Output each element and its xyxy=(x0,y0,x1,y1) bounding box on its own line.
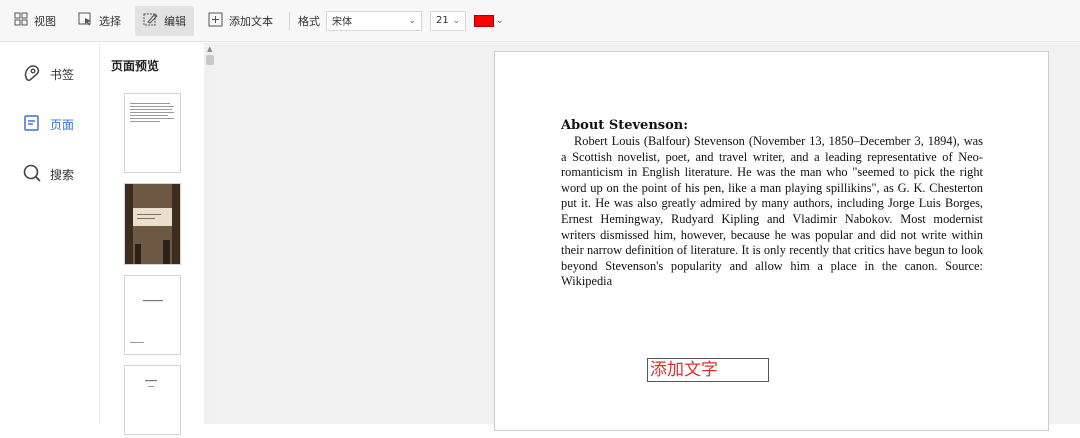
thumbnail-scrollbar[interactable]: ▲ xyxy=(204,43,216,424)
view-icon xyxy=(14,12,34,29)
edit-button[interactable]: 编辑 xyxy=(135,5,194,36)
select-icon xyxy=(78,12,99,29)
chevron-down-icon: ⌄ xyxy=(452,15,460,26)
add-text-label: 添加文本 xyxy=(229,14,273,28)
edit-icon xyxy=(143,12,164,29)
sidebar-item-bookmarks[interactable]: 书签 xyxy=(0,49,99,99)
font-size-value: 21 xyxy=(436,15,449,26)
chevron-down-icon: ⌄ xyxy=(408,15,416,26)
sidebar-item-pages[interactable]: 页面 xyxy=(0,99,99,149)
document-text-block[interactable]: About Stevenson: Robert Louis (Balfour) … xyxy=(561,118,983,290)
scrollbar-thumb[interactable] xyxy=(206,55,214,65)
sidebar-item-label: 页面 xyxy=(50,117,75,132)
document-canvas: About Stevenson: Robert Louis (Balfour) … xyxy=(216,43,1080,431)
text-color-picker[interactable]: ⌄ xyxy=(474,11,504,31)
document-heading: About Stevenson: xyxy=(561,118,689,133)
sidebar-item-search[interactable]: 搜索 xyxy=(0,149,99,199)
select-label: 选择 xyxy=(99,14,121,28)
page-thumbnail[interactable] xyxy=(124,275,181,355)
document-page: About Stevenson: Robert Louis (Balfour) … xyxy=(494,51,1049,431)
page-preview-title: 页面预览 xyxy=(111,59,160,73)
page-thumbnail[interactable] xyxy=(124,183,181,265)
view-button[interactable]: 视图 xyxy=(6,6,64,36)
select-button[interactable]: 选择 xyxy=(70,6,129,36)
sidebar: 书签 页面 搜索 xyxy=(0,43,100,424)
bookmark-icon xyxy=(22,63,50,86)
font-family-value: 宋体 xyxy=(332,17,352,28)
format-label: 格式 xyxy=(298,14,320,28)
added-text-box[interactable]: 添加文字 xyxy=(647,358,769,382)
page-thumbnail[interactable] xyxy=(124,365,181,435)
add-text-button[interactable]: 添加文本 xyxy=(200,6,281,36)
toolbar: 视图 选择 编辑 添加文本 格式 宋体 ⌄ 21 ⌄ ⌄ xyxy=(0,0,1080,42)
color-swatch xyxy=(474,14,494,27)
add-text-icon xyxy=(208,12,229,30)
toolbar-divider xyxy=(289,11,290,30)
font-size-select[interactable]: 21 ⌄ xyxy=(430,10,466,31)
sidebar-item-label: 搜索 xyxy=(50,167,75,182)
page-thumbnail[interactable] xyxy=(124,93,181,173)
font-family-select[interactable]: 宋体 ⌄ xyxy=(326,10,422,31)
chevron-down-icon: ⌄ xyxy=(496,15,504,26)
page-preview-panel: 页面预览 xyxy=(100,43,204,435)
sidebar-item-label: 书签 xyxy=(50,67,75,82)
scroll-up-icon[interactable]: ▲ xyxy=(207,45,212,53)
view-label: 视图 xyxy=(34,14,56,28)
pages-icon xyxy=(22,113,50,136)
search-icon xyxy=(22,163,50,186)
edit-label: 编辑 xyxy=(164,14,186,28)
document-paragraph: Robert Louis (Balfour) Stevenson (Novemb… xyxy=(561,134,983,289)
